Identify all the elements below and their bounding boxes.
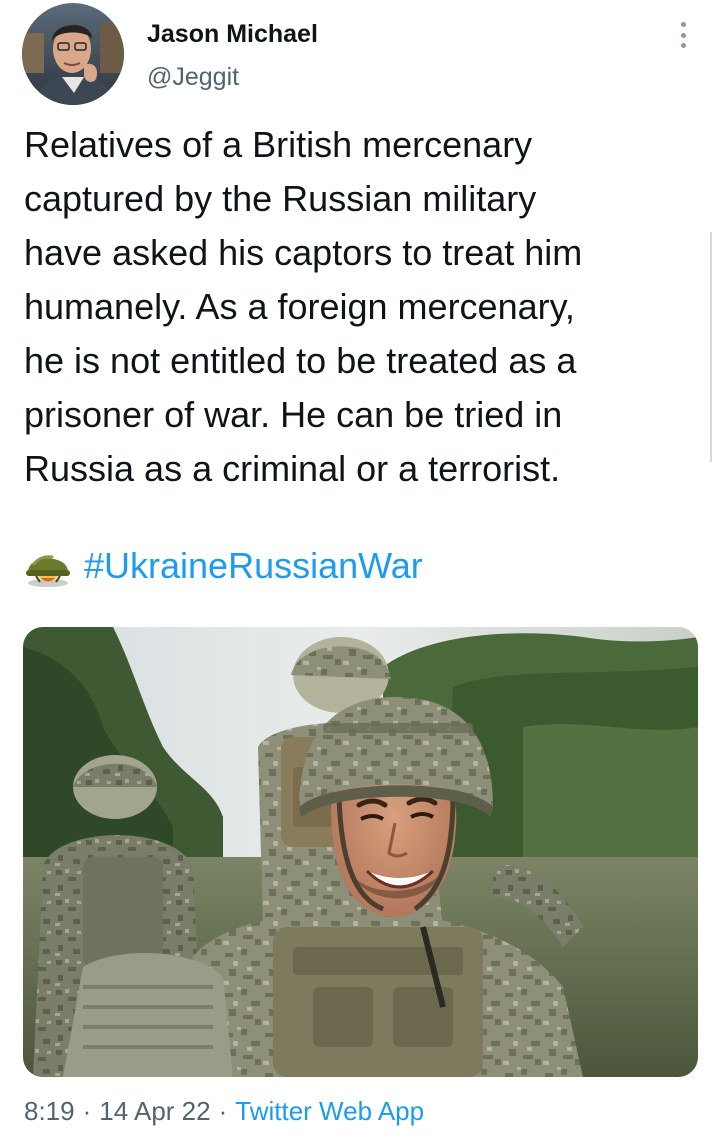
meta-separator: · <box>82 1096 92 1126</box>
tweet-source-link[interactable]: Twitter Web App <box>235 1096 424 1127</box>
tweet-text-line: Russia as a criminal or a terrorist. <box>24 448 561 489</box>
author-display-name[interactable]: Jason Michael <box>147 20 318 49</box>
tweet-text-line: prisoner of war. He can be tried in <box>24 394 563 435</box>
hashtag-row: #UkraineRussianWar <box>24 538 423 594</box>
author-avatar[interactable] <box>22 3 124 105</box>
tweet-media-photo[interactable] <box>23 627 698 1077</box>
military-helmet-icon <box>26 555 70 587</box>
tweet-text-line: captured by the Russian military <box>24 178 537 219</box>
more-vertical-icon[interactable] <box>668 18 698 52</box>
tweet-text: Relatives of a British mercenary capture… <box>24 118 692 496</box>
tweet-time[interactable]: 8:19 <box>24 1096 75 1127</box>
tweet-text-line: humanely. As a foreign mercenary, <box>24 286 575 327</box>
tweet-text-line: Relatives of a British mercenary <box>24 124 533 165</box>
meta-separator: · <box>218 1096 228 1126</box>
tweet-date[interactable]: 14 Apr 22 <box>99 1096 210 1127</box>
hashtag-link[interactable]: #UkraineRussianWar <box>84 545 423 587</box>
more-dot <box>680 32 686 38</box>
more-dot <box>680 43 686 48</box>
tweet-meta: 8:19 · 14 Apr 22 · Twitter Web App <box>24 1096 424 1127</box>
avatar-photo <box>22 3 124 105</box>
soldiers-photo <box>23 627 698 1077</box>
more-dot <box>680 22 686 27</box>
author-handle[interactable]: @Jeggit <box>147 63 239 92</box>
scrollbar[interactable] <box>710 232 712 462</box>
tweet-text-line: have asked his captors to treat him <box>24 232 583 273</box>
tweet-text-line: he is not entitled to be treated as a <box>24 340 577 381</box>
